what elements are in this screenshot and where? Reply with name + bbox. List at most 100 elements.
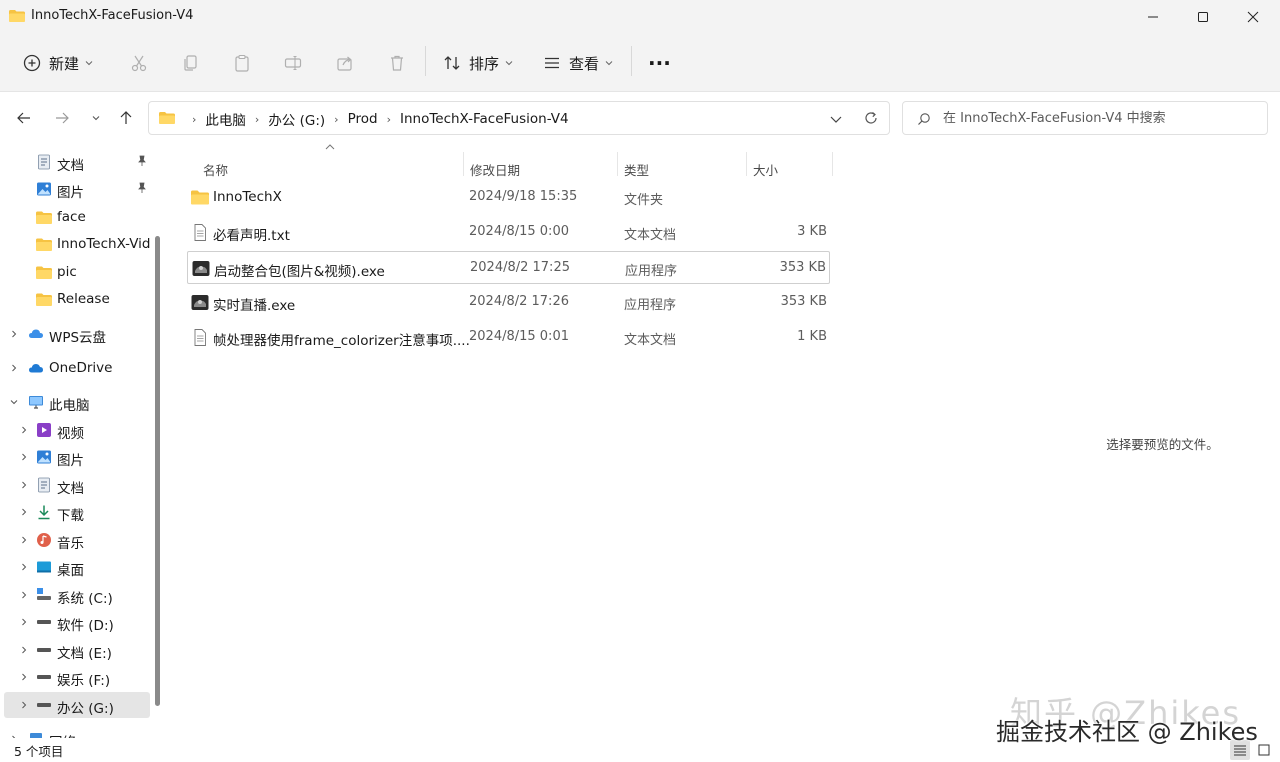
- breadcrumb-item[interactable]: 办公 (G:): [268, 109, 325, 129]
- app-icon: [191, 295, 209, 310]
- more-options-button[interactable]: ···: [648, 48, 671, 78]
- pictures-icon: [37, 450, 51, 464]
- minimize-button[interactable]: [1128, 0, 1178, 34]
- chevron-right-icon[interactable]: [20, 508, 28, 516]
- desktop-icon: [37, 561, 51, 573]
- sidebar-item-face[interactable]: face: [4, 204, 150, 230]
- search-input[interactable]: [943, 108, 1253, 128]
- sidebar-item-pictures[interactable]: 图片: [4, 444, 150, 470]
- column-header-date[interactable]: 修改日期: [470, 152, 620, 184]
- up-button[interactable]: [114, 106, 138, 130]
- sidebar-item-drive-g[interactable]: 办公 (G:): [4, 692, 150, 718]
- system-drive-icon: [37, 588, 51, 600]
- chevron-right-icon: ›: [386, 112, 391, 126]
- column-header-type[interactable]: 类型: [624, 152, 744, 184]
- sidebar-item-onedrive[interactable]: OneDrive: [4, 355, 150, 381]
- sidebar-item-downloads[interactable]: 下载: [4, 499, 150, 525]
- maximize-button[interactable]: [1178, 0, 1228, 34]
- sort-ascending-icon: [325, 144, 335, 150]
- sidebar-item-wps[interactable]: WPS云盘: [4, 321, 150, 347]
- view-button[interactable]: 查看: [542, 48, 613, 78]
- address-bar[interactable]: › 此电脑 › 办公 (G:) › Prod › InnoTechX-FaceF…: [148, 101, 890, 135]
- recent-locations-button[interactable]: [84, 106, 108, 130]
- column-header-name[interactable]: 名称: [203, 152, 463, 184]
- search-box[interactable]: [902, 101, 1268, 135]
- sidebar-item-this-pc[interactable]: 此电脑: [4, 389, 150, 415]
- chevron-right-icon[interactable]: [20, 591, 28, 599]
- column-header-label: 大小: [753, 163, 779, 178]
- drive-icon: [37, 648, 51, 652]
- chevron-right-icon[interactable]: [10, 364, 18, 372]
- chevron-right-icon[interactable]: [20, 618, 28, 626]
- chevron-right-icon[interactable]: [20, 453, 28, 461]
- cut-button[interactable]: [129, 48, 149, 78]
- column-divider[interactable]: [832, 152, 833, 176]
- chevron-right-icon[interactable]: [10, 330, 18, 338]
- back-button[interactable]: [12, 106, 36, 130]
- close-button[interactable]: [1228, 0, 1278, 34]
- column-divider[interactable]: [617, 152, 618, 176]
- sidebar-item-label: face: [57, 209, 86, 225]
- chevron-right-icon[interactable]: [20, 701, 28, 709]
- file-type: 文本文档: [624, 228, 677, 243]
- arrow-right-icon: [56, 112, 69, 124]
- chevron-down-icon[interactable]: [829, 112, 843, 126]
- breadcrumb-item[interactable]: InnoTechX-FaceFusion-V4: [400, 111, 569, 127]
- sidebar-scrollbar[interactable]: [155, 236, 160, 706]
- chevron-down-icon: [92, 116, 100, 121]
- sidebar-item-drive-c[interactable]: 系统 (C:): [4, 582, 150, 608]
- new-button[interactable]: 新建: [22, 48, 93, 78]
- paste-button[interactable]: [232, 48, 252, 78]
- table-row[interactable]: InnoTechX 2024/9/18 15:35 文件夹: [187, 181, 830, 214]
- sidebar-item-drive-e[interactable]: 文档 (E:): [4, 637, 150, 663]
- column-header-label: 类型: [624, 163, 650, 178]
- column-header-size[interactable]: 大小: [753, 152, 833, 184]
- share-button[interactable]: [335, 48, 355, 78]
- chevron-right-icon[interactable]: [20, 536, 28, 544]
- column-divider[interactable]: [746, 152, 747, 176]
- sidebar-item-desktop[interactable]: 桌面: [4, 554, 150, 580]
- column-divider[interactable]: [463, 152, 464, 176]
- sidebar-item-drive-d[interactable]: 软件 (D:): [4, 609, 150, 635]
- sidebar-item-documents[interactable]: 文档: [4, 472, 150, 498]
- sidebar-item-drive-f[interactable]: 娱乐 (F:): [4, 664, 150, 690]
- breadcrumb-item[interactable]: 此电脑: [205, 109, 246, 129]
- navigation-pane: 文档 图片 face InnoTechX-Vid pic Release WPS…: [0, 144, 165, 738]
- refresh-icon[interactable]: [863, 110, 879, 126]
- chevron-right-icon[interactable]: [20, 426, 28, 434]
- sidebar-item-music[interactable]: 音乐: [4, 527, 150, 553]
- chevron-down-icon[interactable]: [10, 398, 18, 406]
- navigation-bar: › 此电脑 › 办公 (G:) › Prod › InnoTechX-FaceF…: [0, 92, 1280, 144]
- sidebar-item-innotechx-vid[interactable]: InnoTechX-Vid: [4, 231, 151, 257]
- forward-button[interactable]: [50, 106, 74, 130]
- sidebar-item-quick-documents[interactable]: 文档: [4, 149, 150, 175]
- breadcrumb-item[interactable]: Prod: [348, 111, 378, 127]
- chevron-right-icon[interactable]: [20, 563, 28, 571]
- chevron-right-icon[interactable]: [20, 481, 28, 489]
- delete-button[interactable]: [387, 48, 407, 78]
- sidebar-item-network[interactable]: 网络: [4, 726, 150, 738]
- sort-button[interactable]: 排序: [442, 48, 513, 78]
- sidebar-item-label: 文档: [57, 481, 84, 497]
- network-icon: [30, 733, 42, 738]
- copy-button[interactable]: [181, 48, 201, 78]
- paste-icon: [235, 54, 249, 72]
- folder-icon: [9, 10, 25, 22]
- table-row[interactable]: 必看声明.txt 2024/8/15 0:00 文本文档 3 KB: [187, 216, 830, 249]
- sidebar-item-label: 图片: [57, 185, 84, 201]
- sidebar-item-videos[interactable]: 视频: [4, 417, 150, 443]
- table-row[interactable]: 实时直播.exe 2024/8/2 17:26 应用程序 353 KB: [187, 286, 830, 319]
- text-file-icon: [194, 224, 206, 241]
- chevron-right-icon[interactable]: [20, 673, 28, 681]
- table-row[interactable]: 启动整合包(图片&视频).exe 2024/8/2 17:25 应用程序 353…: [187, 251, 830, 284]
- chevron-right-icon[interactable]: [20, 646, 28, 654]
- sidebar-item-label: 网络: [49, 731, 76, 738]
- command-bar: 新建 排序 查看 ···: [0, 34, 1280, 92]
- sidebar-item-pic[interactable]: pic: [4, 259, 150, 285]
- sidebar-item-quick-pictures[interactable]: 图片: [4, 176, 150, 202]
- rename-button[interactable]: [283, 48, 303, 78]
- table-row[interactable]: 帧处理器使用frame_colorizer注意事项.... 2024/8/15 …: [187, 321, 830, 354]
- sidebar-item-label: WPS云盘: [49, 330, 107, 346]
- videos-icon: [37, 423, 51, 437]
- sidebar-item-release[interactable]: Release: [4, 286, 150, 312]
